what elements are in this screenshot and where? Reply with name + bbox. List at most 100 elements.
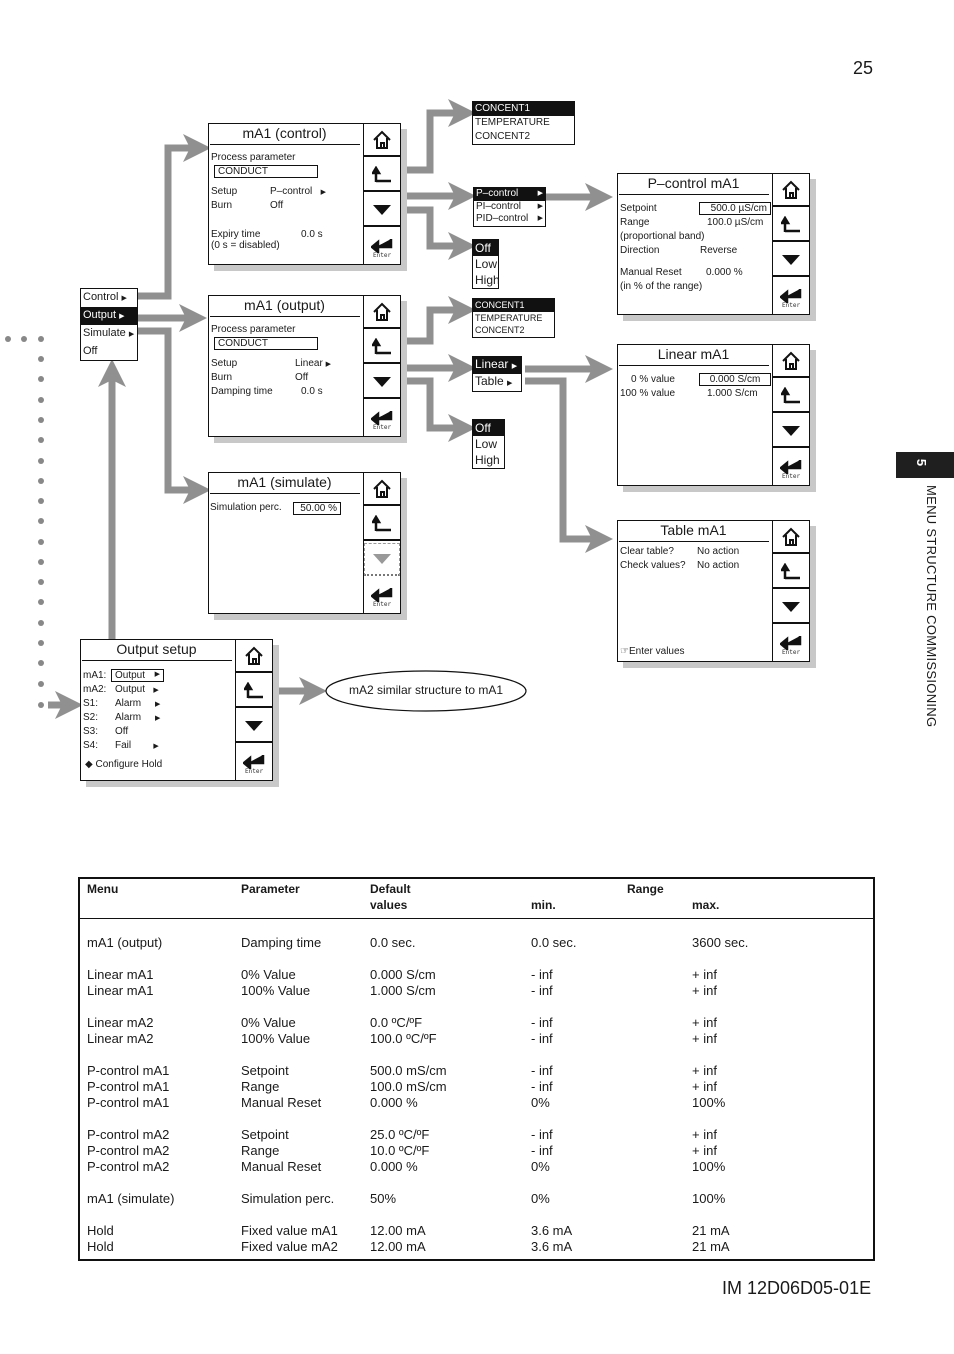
- burn-value[interactable]: Off: [295, 372, 308, 383]
- burn-label: Burn: [211, 200, 233, 211]
- home-button[interactable]: [364, 296, 400, 329]
- arrow-simulate: [137, 327, 211, 504]
- back-button[interactable]: [364, 331, 400, 364]
- enter-icon: [780, 459, 802, 474]
- range-value[interactable]: 100.0 µS/cm: [707, 217, 763, 228]
- down-button[interactable]: [773, 244, 809, 277]
- full-value[interactable]: 1.000 S/cm: [707, 388, 758, 399]
- menu-item[interactable]: Linear ▶: [473, 357, 521, 374]
- main-menu-item-off[interactable]: Off: [81, 343, 137, 360]
- back-button[interactable]: [364, 508, 400, 541]
- table-cell: 100%: [692, 1095, 726, 1110]
- down-arrow-icon: [782, 254, 800, 265]
- main-menu-item-simulate[interactable]: Simulate ▶: [81, 325, 137, 343]
- menu-item[interactable]: High: [473, 272, 500, 288]
- back-icon: [372, 165, 391, 182]
- simulation-field[interactable]: 50.00 %: [293, 502, 341, 515]
- menu-item[interactable]: Low: [473, 256, 498, 272]
- menu-item[interactable]: PI–control ▶: [474, 201, 545, 214]
- down-button[interactable]: [364, 366, 400, 399]
- screen-title: mA1 (output): [244, 297, 325, 313]
- down-button[interactable]: [236, 710, 272, 743]
- header-parameter: Parameter: [241, 882, 300, 896]
- back-button[interactable]: [773, 556, 809, 589]
- table-cell: 100% Value: [241, 1031, 311, 1046]
- table-cell: 1.000 S/cm: [370, 983, 436, 998]
- manual-reset-value[interactable]: 0.000 %: [706, 267, 743, 278]
- down-arrow-icon: [373, 376, 391, 387]
- menu-item[interactable]: P–control ▶: [474, 188, 545, 201]
- process-field[interactable]: CONDUCT: [214, 337, 318, 350]
- screen-mA1-control: mA1 (control) Process parameter CONDUCT …: [208, 123, 401, 265]
- process-label: Process parameter: [211, 152, 296, 163]
- enter-values-link[interactable]: ☞Enter values: [620, 646, 685, 657]
- direction-label: Direction: [620, 245, 660, 256]
- setup-value[interactable]: P–control ▶: [270, 186, 326, 197]
- back-button[interactable]: [236, 675, 272, 708]
- back-icon: [244, 681, 263, 698]
- back-button[interactable]: [364, 159, 400, 192]
- table-cell: 3.6 mA: [531, 1239, 573, 1254]
- clear-table-label: Clear table?: [620, 546, 674, 557]
- enter-button[interactable]: Enter: [364, 229, 400, 262]
- table-cell: 0% Value: [241, 1015, 296, 1030]
- table-cell: Fixed value mA1: [241, 1223, 338, 1238]
- main-menu-item-control[interactable]: Control ▶: [81, 289, 137, 307]
- home-button[interactable]: [773, 521, 809, 554]
- menu-item[interactable]: Table ▶: [473, 374, 521, 391]
- down-button[interactable]: [364, 194, 400, 227]
- zero-value-field[interactable]: 0.000 S/cm: [699, 373, 771, 386]
- table-cell: 0.0 sec.: [370, 935, 416, 950]
- home-button[interactable]: [236, 640, 272, 673]
- back-button[interactable]: [773, 380, 809, 413]
- setup-value[interactable]: Linear ▶: [295, 358, 331, 369]
- defaults-table: Menu Parameter Default values Range min.…: [78, 877, 875, 1261]
- damping-value[interactable]: 0.0 s: [301, 386, 323, 397]
- menu-item[interactable]: Off: [473, 420, 504, 436]
- burn-value[interactable]: Off: [270, 200, 283, 211]
- enter-button[interactable]: Enter: [773, 279, 809, 312]
- enter-button[interactable]: Enter: [773, 450, 809, 483]
- menu-item[interactable]: TEMPERATURE: [473, 312, 554, 325]
- process-field[interactable]: CONDUCT: [214, 165, 318, 178]
- back-button[interactable]: [773, 209, 809, 242]
- check-values-value[interactable]: No action: [697, 560, 739, 571]
- main-menu-item-output[interactable]: Output ▶: [81, 307, 137, 325]
- expiry-value[interactable]: 0.0 s: [301, 229, 323, 240]
- menu-item[interactable]: CONCENT2: [473, 324, 554, 337]
- home-button[interactable]: [364, 473, 400, 506]
- zero-value-label: 0 % value: [631, 374, 675, 385]
- table-cell: + inf: [692, 1127, 717, 1142]
- table-cell: Manual Reset: [241, 1159, 322, 1174]
- table-cell: Range: [241, 1079, 280, 1094]
- menu-item[interactable]: CONCENT1: [473, 102, 574, 116]
- home-button[interactable]: [364, 124, 400, 157]
- table-cell: Range: [241, 1143, 280, 1158]
- direction-value[interactable]: Reverse: [700, 245, 737, 256]
- table-cell: Linear mA2: [87, 1031, 154, 1046]
- home-button[interactable]: [773, 174, 809, 207]
- menu-item[interactable]: CONCENT2: [473, 130, 574, 144]
- configure-hold-link[interactable]: ◆ Configure Hold: [85, 759, 162, 770]
- setpoint-label: Setpoint: [620, 203, 657, 214]
- menu-item[interactable]: PID–control ▶: [474, 213, 545, 226]
- enter-button[interactable]: Enter: [236, 745, 272, 778]
- clear-table-value[interactable]: No action: [697, 546, 739, 557]
- menu-item[interactable]: Low: [473, 436, 504, 452]
- enter-button[interactable]: Enter: [364, 578, 400, 611]
- table-cell: 0%: [531, 1159, 550, 1174]
- down-button[interactable]: [773, 591, 809, 624]
- enter-button[interactable]: Enter: [364, 401, 400, 434]
- popup-burn-control: Off Low High: [472, 239, 500, 289]
- menu-item[interactable]: CONCENT1: [473, 299, 554, 312]
- setpoint-field[interactable]: 500.0 µS/cm: [699, 202, 771, 215]
- expiry-label: Expiry time: [211, 229, 261, 240]
- back-icon: [372, 337, 391, 354]
- home-button[interactable]: [773, 345, 809, 378]
- header-max: max.: [692, 898, 720, 912]
- down-button[interactable]: [773, 415, 809, 448]
- enter-button[interactable]: Enter: [773, 626, 809, 659]
- menu-item[interactable]: Off: [473, 240, 498, 256]
- menu-item[interactable]: TEMPERATURE: [473, 116, 574, 130]
- menu-item[interactable]: High: [473, 452, 504, 468]
